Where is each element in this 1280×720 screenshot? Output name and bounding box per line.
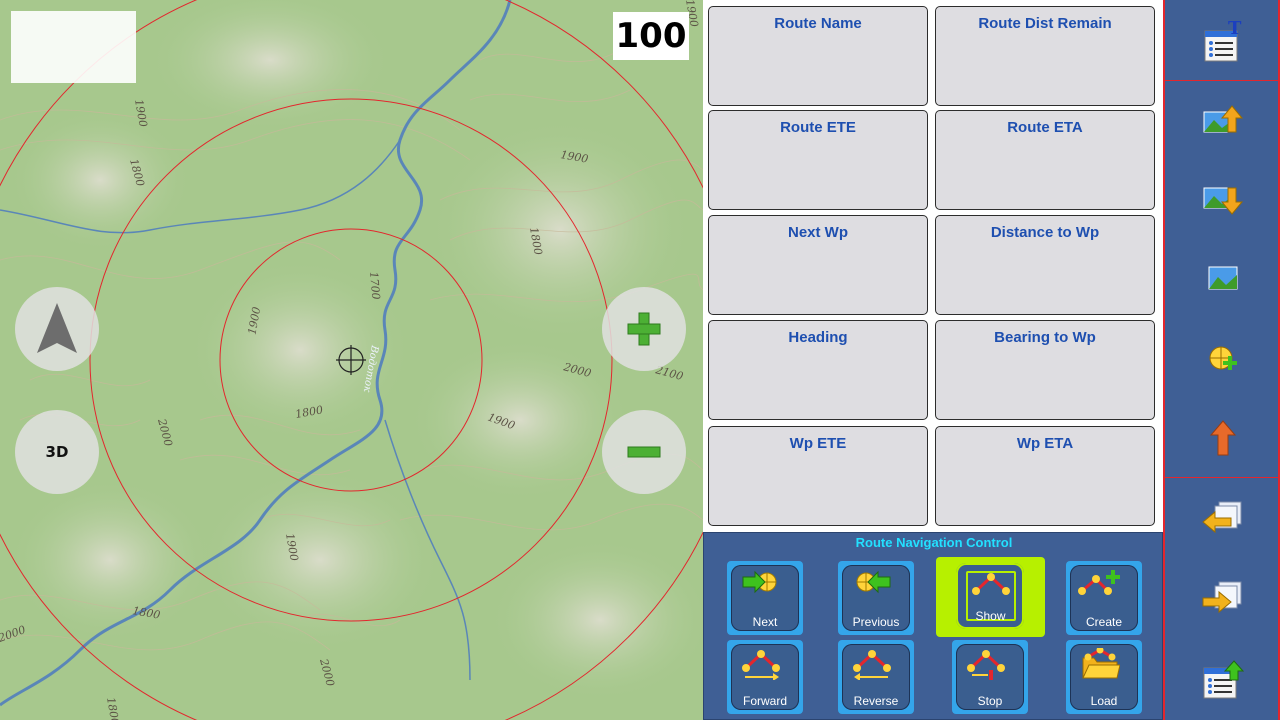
field-title: Route Name bbox=[774, 15, 862, 32]
map-down-button[interactable] bbox=[1165, 172, 1280, 228]
show-route-icon bbox=[972, 573, 1010, 595]
load-label: Load bbox=[1090, 694, 1118, 708]
export-list-button[interactable] bbox=[1165, 652, 1280, 708]
stop-route-icon bbox=[967, 650, 1005, 680]
switch-forward-button[interactable] bbox=[1165, 570, 1280, 626]
previous-waypoint-icon bbox=[856, 570, 891, 594]
map-down-icon bbox=[1203, 187, 1243, 215]
field-title: Wp ETA bbox=[1016, 435, 1074, 452]
forward-route-icon bbox=[742, 650, 780, 680]
zoom-level: 100 bbox=[613, 12, 689, 60]
field-route-name[interactable]: Route Name bbox=[708, 6, 928, 106]
field-wp-ete[interactable]: Wp ETE bbox=[708, 426, 928, 526]
switch-forward-icon bbox=[1202, 581, 1241, 614]
north-arrow-icon bbox=[37, 303, 77, 353]
field-wp-eta[interactable]: Wp ETA bbox=[935, 426, 1155, 526]
map-up-button[interactable] bbox=[1165, 92, 1280, 148]
arrow-up-button[interactable] bbox=[1165, 410, 1280, 466]
field-title: Wp ETE bbox=[789, 435, 847, 452]
reverse-label: Reverse bbox=[853, 694, 899, 708]
add-waypoint-button[interactable] bbox=[1165, 330, 1280, 386]
switch-back-button[interactable] bbox=[1165, 490, 1280, 546]
create-label: Create bbox=[1085, 615, 1123, 629]
stop-button[interactable]: Stop bbox=[952, 640, 1028, 714]
add-waypoint-icon bbox=[1209, 346, 1237, 370]
field-route-dist-remain[interactable]: Route Dist Remain bbox=[935, 6, 1155, 106]
export-list-icon bbox=[1203, 660, 1244, 699]
forward-label: Forward bbox=[742, 694, 787, 708]
arrow-up-icon bbox=[1209, 420, 1236, 456]
map-view[interactable]: 1900 1800 1900 1800 1700 1900 1800 2000 … bbox=[0, 0, 703, 720]
show-label: Show bbox=[975, 609, 1006, 623]
map-layer-button[interactable] bbox=[1165, 250, 1280, 306]
right-toolbar: T bbox=[1163, 0, 1280, 720]
field-distance-to-wp[interactable]: Distance to Wp bbox=[935, 215, 1155, 315]
toggle-3d-label: 3D bbox=[45, 443, 69, 461]
north-up-button[interactable] bbox=[15, 287, 99, 371]
map-up-icon bbox=[1203, 105, 1243, 133]
field-title: Bearing to Wp bbox=[994, 329, 1096, 346]
zoom-out-button[interactable] bbox=[602, 410, 686, 494]
map-layer-icon bbox=[1208, 266, 1237, 290]
app-root: 1900 1800 1900 1800 1700 1900 1800 2000 … bbox=[0, 0, 1280, 720]
field-next-wp[interactable]: Next Wp bbox=[708, 215, 928, 315]
field-title: Route ETA bbox=[1007, 119, 1083, 136]
topo-map: 1900 1800 1900 1800 1700 1900 1800 2000 … bbox=[0, 0, 703, 720]
stop-label: Stop bbox=[977, 694, 1003, 708]
create-button[interactable]: Create bbox=[1066, 561, 1142, 635]
show-button[interactable]: Show bbox=[936, 557, 1045, 637]
toolbar-divider bbox=[1165, 477, 1280, 478]
create-route-icon bbox=[1078, 570, 1120, 595]
field-title: Next Wp bbox=[788, 224, 848, 241]
next-label: Next bbox=[752, 615, 778, 629]
data-fields-config-button[interactable]: T bbox=[1165, 14, 1280, 70]
field-heading[interactable]: Heading bbox=[708, 320, 928, 420]
route-nav-title: Route Navigation Control bbox=[855, 535, 1013, 550]
data-fields-config-icon: T bbox=[1204, 21, 1242, 62]
field-title: Route ETE bbox=[780, 119, 856, 136]
contour-label: 1700 bbox=[367, 271, 382, 300]
zoom-in-button[interactable] bbox=[602, 287, 686, 371]
load-route-icon bbox=[1082, 648, 1120, 679]
reverse-route-icon bbox=[853, 650, 891, 680]
minus-icon bbox=[627, 446, 661, 458]
svg-text:T: T bbox=[1228, 21, 1242, 39]
forward-button[interactable]: Forward bbox=[727, 640, 803, 714]
switch-back-icon bbox=[1201, 501, 1241, 534]
plus-icon bbox=[627, 312, 661, 346]
field-title: Heading bbox=[788, 329, 848, 346]
reverse-button[interactable]: Reverse bbox=[838, 640, 914, 714]
previous-label: Previous bbox=[852, 615, 900, 629]
field-title: Distance to Wp bbox=[990, 224, 1100, 241]
field-route-eta[interactable]: Route ETA bbox=[935, 110, 1155, 210]
previous-button[interactable]: Previous bbox=[838, 561, 914, 635]
next-waypoint-icon bbox=[742, 570, 777, 594]
field-route-ete[interactable]: Route ETE bbox=[708, 110, 928, 210]
load-button[interactable]: Load bbox=[1066, 640, 1142, 714]
toolbar-divider bbox=[1165, 80, 1280, 81]
route-navigation-control: Route Navigation Control Next Previous S… bbox=[703, 532, 1163, 720]
data-fields-panel: Route Name Route Dist Remain Route ETE R… bbox=[703, 0, 1163, 532]
field-title: Route Dist Remain bbox=[978, 15, 1112, 32]
next-button[interactable]: Next bbox=[727, 561, 803, 635]
map-scale-box bbox=[11, 11, 136, 83]
field-bearing-to-wp[interactable]: Bearing to Wp bbox=[935, 320, 1155, 420]
toggle-3d-button[interactable]: 3D bbox=[15, 410, 99, 494]
